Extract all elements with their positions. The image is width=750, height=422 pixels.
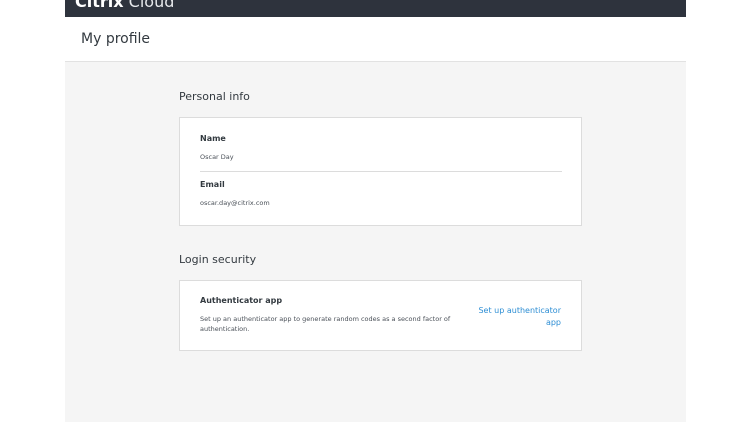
page-title: My profile xyxy=(81,31,151,47)
personal-info-heading: Personal info xyxy=(179,90,250,103)
brand-name-light: Cloud xyxy=(128,0,175,11)
brand-name-bold: Citrix xyxy=(75,0,124,11)
authenticator-app-label: Authenticator app xyxy=(200,296,283,305)
field-divider xyxy=(200,171,562,172)
name-value: Oscar Day xyxy=(200,153,234,161)
login-security-heading: Login security xyxy=(179,253,257,266)
app-container: Citrix Cloud My profile Personal info Na… xyxy=(65,0,686,422)
setup-authenticator-link[interactable]: Set up authenticator app xyxy=(471,305,561,329)
personal-info-card: Name Oscar Day Email oscar.day@citrix.co… xyxy=(179,117,582,226)
email-label: Email xyxy=(200,180,225,189)
authenticator-app-description: Set up an authenticator app to generate … xyxy=(200,315,451,333)
email-value: oscar.day@citrix.com xyxy=(200,199,270,207)
login-security-card: Authenticator app Set up an authenticato… xyxy=(179,280,582,351)
top-navigation-bar: Citrix Cloud xyxy=(65,0,686,17)
page-header: My profile xyxy=(65,17,686,62)
citrix-cloud-logo[interactable]: Citrix Cloud xyxy=(75,0,174,11)
name-label: Name xyxy=(200,134,226,143)
